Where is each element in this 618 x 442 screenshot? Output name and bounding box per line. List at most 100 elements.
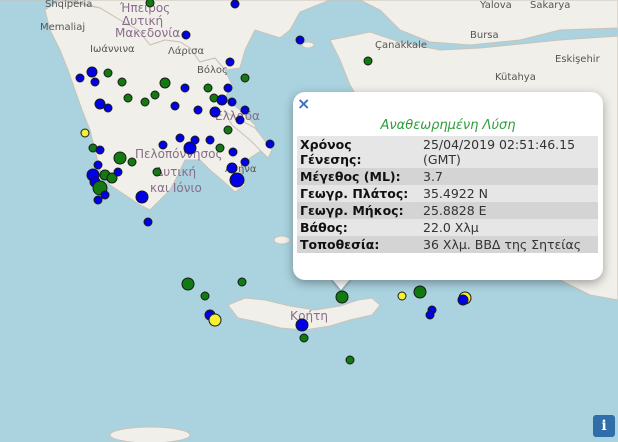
earthquake-marker[interactable] xyxy=(127,157,137,167)
info-label: Χρόνος Γένεσης: xyxy=(297,136,420,168)
earthquake-marker[interactable] xyxy=(228,147,238,157)
earthquake-marker[interactable] xyxy=(209,106,221,118)
earthquake-marker[interactable] xyxy=(208,313,222,327)
map-label: και Ιόνιο xyxy=(150,181,202,195)
map-label: Shqipëria xyxy=(45,0,92,10)
earthquake-marker[interactable] xyxy=(140,97,150,107)
earthquake-marker[interactable] xyxy=(175,133,185,143)
earthquake-marker[interactable] xyxy=(216,94,228,106)
earthquake-marker[interactable] xyxy=(265,139,275,149)
earthquake-marker[interactable] xyxy=(180,83,190,93)
map-label: Λάρισα xyxy=(168,45,205,57)
earthquake-marker[interactable] xyxy=(223,83,233,93)
earthquake-marker[interactable] xyxy=(80,128,90,138)
info-row: Μέγεθος (ML): 3.7 xyxy=(297,168,598,185)
map-label: Πελοπόννησος xyxy=(135,147,223,161)
earthquake-marker[interactable] xyxy=(159,77,171,89)
map-label: Κρήτη xyxy=(290,309,328,323)
earthquake-marker[interactable] xyxy=(345,355,355,365)
earthquake-marker[interactable] xyxy=(225,57,235,67)
land-island xyxy=(301,41,315,49)
map-label: Bursa xyxy=(470,30,499,41)
earthquake-marker[interactable] xyxy=(103,68,113,78)
earthquake-marker[interactable] xyxy=(226,162,238,174)
earthquake-marker[interactable] xyxy=(95,145,105,155)
earthquake-marker[interactable] xyxy=(240,157,250,167)
earthquake-marker[interactable] xyxy=(117,77,127,87)
info-row: Γεωγρ. Πλάτος: 35.4922 N xyxy=(297,185,598,202)
earthquake-marker[interactable] xyxy=(240,105,250,115)
close-button[interactable]: × xyxy=(297,95,310,113)
map-label: Eskişehir xyxy=(555,54,601,65)
popup-title: Αναθεωρημένη Λύση xyxy=(380,118,516,133)
earthquake-marker[interactable] xyxy=(200,291,210,301)
earthquake-marker[interactable] xyxy=(235,115,245,125)
earthquake-marker[interactable] xyxy=(181,277,195,291)
earthquake-marker[interactable] xyxy=(150,90,160,100)
earthquake-marker[interactable] xyxy=(425,310,435,320)
info-row: Χρόνος Γένεσης: 25/04/2019 02:51:46.15 (… xyxy=(297,136,598,168)
earthquake-marker[interactable] xyxy=(227,97,237,107)
earthquake-marker[interactable] xyxy=(158,140,168,150)
earthquake-marker[interactable] xyxy=(86,66,98,78)
map-label: Ήπειρος xyxy=(119,1,170,15)
earthquake-marker[interactable] xyxy=(103,103,113,113)
earthquake-marker[interactable] xyxy=(123,93,133,103)
earthquake-marker[interactable] xyxy=(215,143,225,153)
earthquake-marker[interactable] xyxy=(397,291,407,301)
info-label: Τοποθεσία: xyxy=(297,236,420,253)
earthquake-info-table: Χρόνος Γένεσης: 25/04/2019 02:51:46.15 (… xyxy=(297,136,598,253)
earthquake-marker[interactable] xyxy=(457,294,469,306)
map-label: Βόλος xyxy=(197,64,228,76)
info-row: Τοποθεσία: 36 Χλμ. ΒΒΔ της Σητείας xyxy=(297,236,598,253)
earthquake-marker[interactable] xyxy=(145,0,155,8)
earthquake-marker[interactable] xyxy=(299,333,309,343)
earthquake-marker[interactable] xyxy=(93,160,103,170)
earthquake-marker[interactable] xyxy=(240,73,250,83)
info-label: Γεωγρ. Μήκος: xyxy=(297,202,420,219)
earthquake-marker[interactable] xyxy=(413,285,427,299)
info-row: Βάθος: 22.0 Χλμ xyxy=(297,219,598,236)
earthquake-marker[interactable] xyxy=(181,30,191,40)
map-label: Kütahya xyxy=(495,72,536,83)
earthquake-marker[interactable] xyxy=(93,195,103,205)
earthquake-marker[interactable] xyxy=(113,167,123,177)
info-label: Βάθος: xyxy=(297,219,420,236)
earthquake-marker[interactable] xyxy=(203,83,213,93)
earthquake-marker[interactable] xyxy=(143,217,153,227)
earthquake-marker[interactable] xyxy=(363,56,373,66)
earthquake-marker[interactable] xyxy=(237,277,247,287)
earthquake-marker[interactable] xyxy=(152,167,162,177)
earthquake-marker[interactable] xyxy=(229,172,245,188)
info-label: Γεωγρ. Πλάτος: xyxy=(297,185,420,202)
earthquake-marker[interactable] xyxy=(100,190,110,200)
map-label: Sakarya xyxy=(530,0,570,11)
earthquake-marker[interactable] xyxy=(223,125,233,135)
earthquake-marker[interactable] xyxy=(193,105,203,115)
earthquake-marker[interactable] xyxy=(295,35,305,45)
map-label: Çanakkale xyxy=(375,40,427,51)
info-value: 25/04/2019 02:51:46.15 (GMT) xyxy=(420,136,598,168)
earthquake-marker[interactable] xyxy=(135,190,149,204)
info-value: 36 Χλμ. ΒΒΔ της Σητείας xyxy=(420,236,598,253)
info-row: Γεωγρ. Μήκος: 25.8828 E xyxy=(297,202,598,219)
info-value: 3.7 xyxy=(420,168,598,185)
earthquake-marker[interactable] xyxy=(75,73,85,83)
earthquake-marker[interactable] xyxy=(113,151,127,165)
earthquake-marker[interactable] xyxy=(295,318,309,332)
map-label: Memaliaj xyxy=(40,22,85,33)
earthquake-marker[interactable] xyxy=(90,77,100,87)
earthquake-marker[interactable] xyxy=(190,135,200,145)
land-island xyxy=(109,426,191,442)
earthquake-marker[interactable] xyxy=(205,135,215,145)
earthquake-marker[interactable] xyxy=(94,98,106,110)
info-value: 25.8828 E xyxy=(420,202,598,219)
land-island xyxy=(273,235,291,245)
earthquake-marker[interactable] xyxy=(230,0,240,9)
info-value: 35.4922 N xyxy=(420,185,598,202)
earthquake-marker[interactable] xyxy=(170,101,180,111)
info-button[interactable]: i xyxy=(593,415,615,437)
map-label: Yalova xyxy=(479,0,512,11)
earthquake-popup: × Αναθεωρημένη Λύση Χρόνος Γένεσης: 25/0… xyxy=(293,92,603,280)
earthquake-marker[interactable] xyxy=(335,290,349,304)
